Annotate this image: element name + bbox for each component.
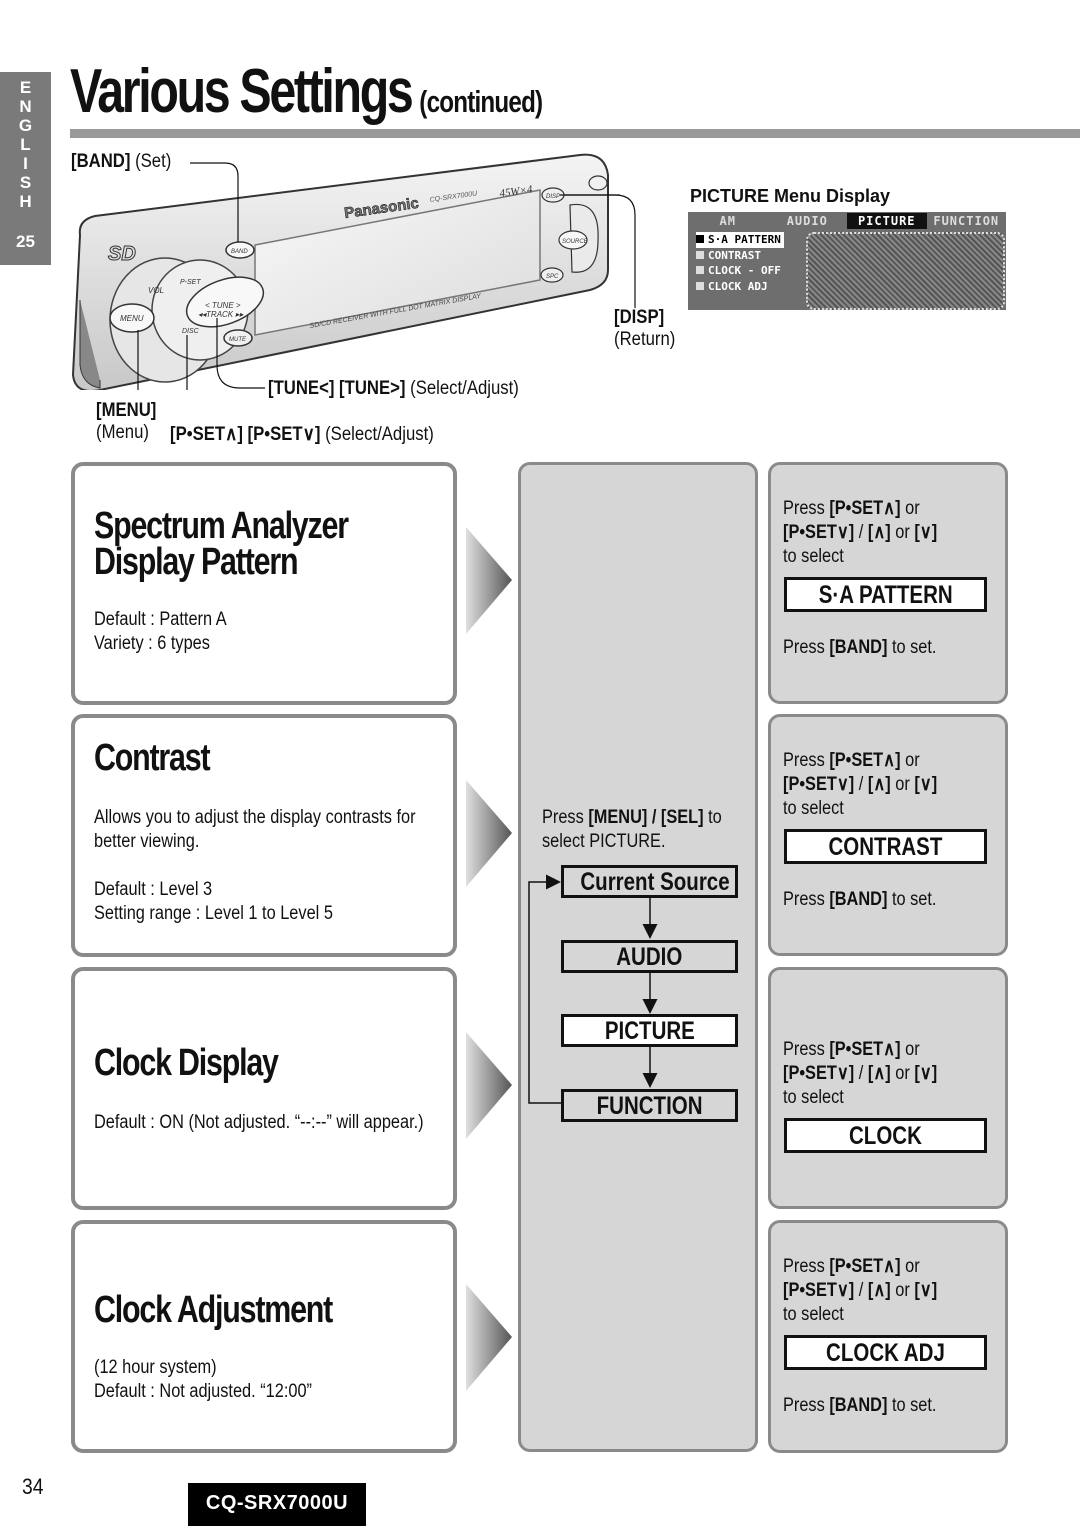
loop-back-arrow-icon xyxy=(528,874,561,1104)
card-clock-display: Clock Display Default : ON (Not adjusted… xyxy=(71,967,457,1210)
card-title: Spectrum Analyzer Display Pattern xyxy=(94,505,349,583)
page-number: 34 xyxy=(22,1474,44,1499)
step-display-label: CLOCK ADJ xyxy=(784,1335,987,1370)
tune-callout: [TUNE<] [TUNE>] (Select/Adjust) xyxy=(268,378,519,399)
bullet-icon xyxy=(696,235,704,243)
card-title: Clock Adjustment xyxy=(94,1289,333,1331)
card-description: (12 hour system) Default : Not adjusted.… xyxy=(94,1357,312,1402)
lcd-tab-am: AM xyxy=(719,214,736,228)
svg-text:MUTE: MUTE xyxy=(229,337,247,343)
page-title: Various Settings (continued) xyxy=(70,57,543,126)
lcd-item: CONTRAST xyxy=(696,248,784,264)
right-arrow-icon xyxy=(466,1284,512,1391)
step-set-instruction: Press [BAND] to set. xyxy=(783,889,937,910)
model-badge: CQ-SRX7000U xyxy=(188,1483,366,1526)
card-title: Clock Display xyxy=(94,1042,279,1084)
svg-text:◂◂TRACK ▸▸: ◂◂TRACK ▸▸ xyxy=(198,310,244,319)
language-tab: E N G L I S H 25 xyxy=(0,72,51,265)
lcd-tabs: AM AUDIO PICTURE FUNCTION xyxy=(688,213,1006,229)
card-clock-adjustment: Clock Adjustment (12 hour system) Defaul… xyxy=(71,1220,457,1453)
step-instruction: Press [P•SET∧] or [P•SET∨] / [∧] or [∨] … xyxy=(783,1256,938,1325)
svg-text:VOL: VOL xyxy=(148,286,164,295)
card-contrast: Contrast Allows you to adjust the displa… xyxy=(71,714,457,957)
right-arrow-icon xyxy=(466,1032,512,1139)
picture-menu-lcd: AM AUDIO PICTURE FUNCTION S·A PATTERN CO… xyxy=(688,212,1006,310)
svg-text:BAND: BAND xyxy=(231,249,248,255)
band-callout: [BAND] (Set) xyxy=(71,151,172,172)
bullet-icon xyxy=(696,250,704,259)
language-letters: E N G L I S H xyxy=(18,78,33,211)
card-description: Default : Pattern A Variety : 6 types xyxy=(94,609,227,654)
bullet-icon xyxy=(696,281,704,290)
disp-callout-line xyxy=(560,194,636,308)
lcd-tab-function: FUNCTION xyxy=(933,214,1000,228)
picture-menu-title: PICTURE Menu Display xyxy=(690,186,891,206)
step-panel-sa-pattern: Press [P•SET∧] or [P•SET∨] / [∧] or [∨] … xyxy=(768,462,1008,704)
disp-callout: [DISP] (Return) xyxy=(614,307,676,350)
flow-arrows xyxy=(528,874,658,1104)
lcd-item: S·A PATTERN xyxy=(696,232,784,248)
svg-text:P-SET: P-SET xyxy=(180,279,201,286)
lcd-menu-items: S·A PATTERN CONTRAST CLOCK - OFF CLOCK A… xyxy=(696,232,784,294)
card-description: Default : ON (Not adjusted. “--:--” will… xyxy=(94,1112,424,1133)
card-description: Allows you to adjust the display contras… xyxy=(94,807,416,924)
step-panel-clock-adj: Press [P•SET∧] or [P•SET∨] / [∧] or [∨] … xyxy=(768,1220,1008,1453)
pset-callout: [P•SET∧] [P•SET∨] (Select/Adjust) xyxy=(170,424,434,445)
step-panel-clock: Press [P•SET∧] or [P•SET∨] / [∧] or [∨] … xyxy=(768,967,1008,1209)
step-display-label: S·A PATTERN xyxy=(784,577,987,612)
lcd-tab-picture: PICTURE xyxy=(847,213,927,229)
menu-callout: [MENU] (Menu) xyxy=(96,400,157,443)
lcd-item: CLOCK - OFF xyxy=(696,263,784,279)
step-instruction: Press [P•SET∧] or [P•SET∨] / [∧] or [∨] … xyxy=(783,498,938,567)
lcd-tab-audio: AUDIO xyxy=(786,214,828,228)
title-divider xyxy=(70,129,1080,138)
right-arrow-icon xyxy=(466,527,512,634)
step-instruction: Press [P•SET∧] or [P•SET∨] / [∧] or [∨] … xyxy=(783,1039,938,1108)
step-display-label: CONTRAST xyxy=(784,829,987,864)
svg-text:SD: SD xyxy=(108,243,136,265)
step-panel-contrast: Press [P•SET∧] or [P•SET∨] / [∧] or [∨] … xyxy=(768,714,1008,956)
step-display-label: CLOCK xyxy=(784,1118,987,1153)
flow-instruction: Press [MENU] / [SEL] to select PICTURE. xyxy=(542,807,722,852)
right-arrow-icon xyxy=(466,780,512,887)
step-instruction: Press [P•SET∧] or [P•SET∨] / [∧] or [∨] … xyxy=(783,750,938,819)
svg-text:DISC: DISC xyxy=(182,328,200,335)
spectrum-analyzer-preview xyxy=(806,232,1005,310)
lcd-item: CLOCK ADJ xyxy=(696,279,784,295)
page-subtitle: (continued) xyxy=(419,84,543,119)
card-spectrum-analyzer: Spectrum Analyzer Display Pattern Defaul… xyxy=(71,462,457,705)
svg-text:SPC: SPC xyxy=(546,274,559,280)
svg-text:< TUNE >: < TUNE > xyxy=(205,301,241,310)
bullet-icon xyxy=(696,266,704,274)
car-stereo-illustration: < TUNE > ◂◂TRACK ▸▸ MENU VOL P-SET DISC … xyxy=(71,153,620,390)
step-set-instruction: Press [BAND] to set. xyxy=(783,637,937,658)
step-set-instruction: Press [BAND] to set. xyxy=(783,1395,937,1416)
section-number: 25 xyxy=(16,232,35,251)
svg-text:MENU: MENU xyxy=(120,314,144,323)
svg-text:DISP: DISP xyxy=(546,194,560,200)
card-title: Contrast xyxy=(94,737,211,779)
